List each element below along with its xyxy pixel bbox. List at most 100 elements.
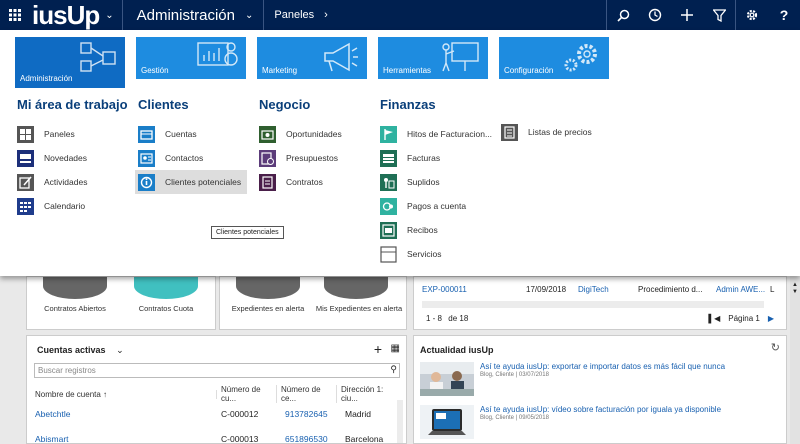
help-icon[interactable]: ?	[768, 0, 800, 30]
cell-phone[interactable]: 651896530	[285, 434, 345, 443]
chevron-down-icon[interactable]: ⌄	[116, 345, 124, 355]
tile-label: Configuración	[504, 66, 554, 75]
settings-gear-icon[interactable]	[736, 0, 768, 30]
next-page-icon[interactable]: ▶	[768, 314, 774, 323]
refresh-icon[interactable]: ↻	[771, 341, 780, 354]
dashboard-background: Contratos Abiertos Contratos Cuota Exped…	[0, 276, 800, 444]
add-icon[interactable]: +	[374, 341, 382, 357]
tooltip: Clientes potenciales	[211, 226, 284, 239]
cell-expediente-id[interactable]: EXP-000011	[422, 285, 526, 294]
area-tiles: Administración Gestión Marketing Herrami…	[15, 37, 609, 88]
circle-label: Mis Expedientes en alerta	[315, 304, 403, 313]
menu-item-paneles[interactable]: Paneles	[17, 122, 128, 146]
menu-item-facturas[interactable]: Facturas	[380, 146, 492, 170]
news-item[interactable]: Así te ayuda iusUp: vídeo sobre facturac…	[420, 405, 721, 439]
column-header[interactable]: Número de cu...	[217, 385, 277, 403]
cell-city: Madrid	[345, 409, 371, 419]
menu-item-oportunidades[interactable]: Oportunidades	[259, 122, 342, 146]
column-heading: Finanzas	[380, 97, 436, 112]
opportunity-icon	[259, 125, 276, 143]
first-page-icon[interactable]: ▌◀	[708, 314, 720, 323]
chevron-down-icon[interactable]: ⌄	[105, 10, 113, 21]
account-icon	[138, 125, 155, 143]
menu-item-servicios[interactable]: Servicios	[380, 242, 492, 266]
news-title[interactable]: Así te ayuda iusUp: vídeo sobre facturac…	[480, 405, 721, 414]
search-input[interactable]: Buscar registros ⚲	[34, 363, 400, 378]
news-title[interactable]: Así te ayuda iusUp: exportar e importar …	[480, 362, 725, 371]
breadcrumb[interactable]: Paneles	[263, 0, 314, 30]
price-list-icon	[501, 123, 518, 141]
tile-configuracion[interactable]: Configuración	[499, 37, 609, 79]
chevron-down-icon[interactable]: ⌄	[245, 10, 253, 21]
menu-item-label: Recibos	[407, 225, 438, 235]
horizontal-scrollbar[interactable]	[422, 301, 764, 308]
menu-item-novedades[interactable]: Novedades	[17, 146, 128, 170]
menu-item-presupuestos[interactable]: Presupuestos	[259, 146, 342, 170]
table-row[interactable]: EXP-000011 17/09/2018 DigiTech Procedimi…	[422, 279, 780, 299]
accounts-title: Cuentas activas	[37, 345, 106, 355]
table-row[interactable]: Abetchtle C-000012 913782645 Madrid	[35, 404, 405, 424]
cell-client[interactable]: DigiTech	[578, 285, 638, 294]
scroll-down-icon[interactable]: ▼	[792, 289, 798, 295]
menu-item-actividades[interactable]: Actividades	[17, 170, 128, 194]
column-header[interactable]: Número de ce...	[277, 385, 337, 403]
app-logo[interactable]: iusUp	[32, 0, 100, 30]
circle-label: Expedientes en alerta	[231, 304, 305, 313]
menu-item-listas-de-precios[interactable]: Listas de precios	[501, 120, 592, 144]
tile-gestion[interactable]: Gestión	[136, 37, 246, 79]
menu-item-label: Contratos	[286, 177, 323, 187]
cell-owner[interactable]: Admin AWE...	[716, 285, 770, 294]
menu-item-label: Presupuestos	[286, 153, 338, 163]
news-panel: Actualidad iusUp ↻ Así te ayuda iusUp: e…	[413, 335, 787, 444]
activities-icon	[17, 173, 34, 191]
column-clientes: Clientes Cuentas Contactos Clientes pote…	[135, 97, 247, 194]
cell-account-name[interactable]: Abetchtle	[35, 409, 221, 419]
menu-item-label: Pagos a cuenta	[407, 201, 467, 211]
search-icon[interactable]	[607, 0, 639, 30]
menu-item-label: Calendario	[44, 201, 86, 211]
column-heading: Negocio	[259, 97, 311, 112]
menu-item-cuentas[interactable]: Cuentas	[138, 122, 247, 146]
menu-item-label: Actividades	[44, 177, 88, 187]
menu-item-suplidos[interactable]: Suplidos	[380, 170, 492, 194]
menu-item-contratos[interactable]: Contratos	[259, 170, 342, 194]
menu-item-calendario[interactable]: Calendario	[17, 194, 128, 218]
panel-title: Actualidad iusUp	[420, 345, 494, 355]
column-mi-area: Mi área de trabajo Paneles Novedades Act…	[17, 97, 128, 218]
page-scrollbar[interactable]: ▲ ▼	[790, 276, 800, 444]
news-item[interactable]: Así te ayuda iusUp: exportar e importar …	[420, 362, 725, 396]
menu-item-pagos-a-cuenta[interactable]: Pagos a cuenta	[380, 194, 492, 218]
expedientes-chart-panel: Expedientes en alerta Mis Expedientes en…	[219, 276, 407, 330]
app-launcher-icon[interactable]	[0, 0, 30, 30]
menu-item-hitos-facturacion[interactable]: Hitos de Facturacion...	[380, 122, 492, 146]
page-number: Página 1	[728, 314, 760, 323]
top-nav-bar: iusUp ⌄ Administración ⌄ Paneles › ?	[0, 0, 800, 30]
megaphone-icon	[324, 42, 358, 72]
menu-item-contactos[interactable]: Contactos	[138, 146, 247, 170]
table-header: Nombre de cuenta ↑ Número de cu... Númer…	[35, 384, 397, 404]
vertical-scrollbar[interactable]	[397, 400, 403, 443]
search-icon[interactable]: ⚲	[390, 364, 397, 375]
filter-icon[interactable]	[703, 0, 735, 30]
cell-account-name[interactable]: Abismart	[35, 434, 221, 443]
table-row[interactable]: Abismart C-000013 651896530 Barcelona	[35, 429, 405, 444]
add-icon[interactable]	[671, 0, 703, 30]
cell-phone[interactable]: 913782645	[285, 409, 345, 419]
expense-icon	[380, 173, 397, 191]
chevron-right-icon[interactable]: ›	[324, 9, 328, 21]
menu-item-clientes-potenciales[interactable]: Clientes potenciales	[135, 170, 247, 194]
pager-total: de 18	[448, 314, 469, 323]
tile-administracion[interactable]: Administración	[15, 37, 125, 88]
grid-view-icon[interactable]: ▦	[391, 343, 400, 354]
tile-herramientas[interactable]: Herramientas	[378, 37, 488, 79]
column-header[interactable]: Dirección 1: ciu...	[337, 385, 397, 403]
milestone-icon	[380, 125, 397, 143]
scroll-up-icon[interactable]: ▲	[792, 282, 798, 288]
history-icon[interactable]	[639, 0, 671, 30]
menu-item-recibos[interactable]: Recibos	[380, 218, 492, 242]
cell-account-number: C-000013	[221, 434, 259, 444]
tile-marketing[interactable]: Marketing	[257, 37, 367, 79]
active-accounts-panel: Cuentas activas ⌄ + ▦ Buscar registros ⚲…	[26, 335, 407, 444]
column-header[interactable]: Nombre de cuenta ↑	[35, 389, 217, 399]
area-selector[interactable]: Administración	[137, 7, 235, 24]
